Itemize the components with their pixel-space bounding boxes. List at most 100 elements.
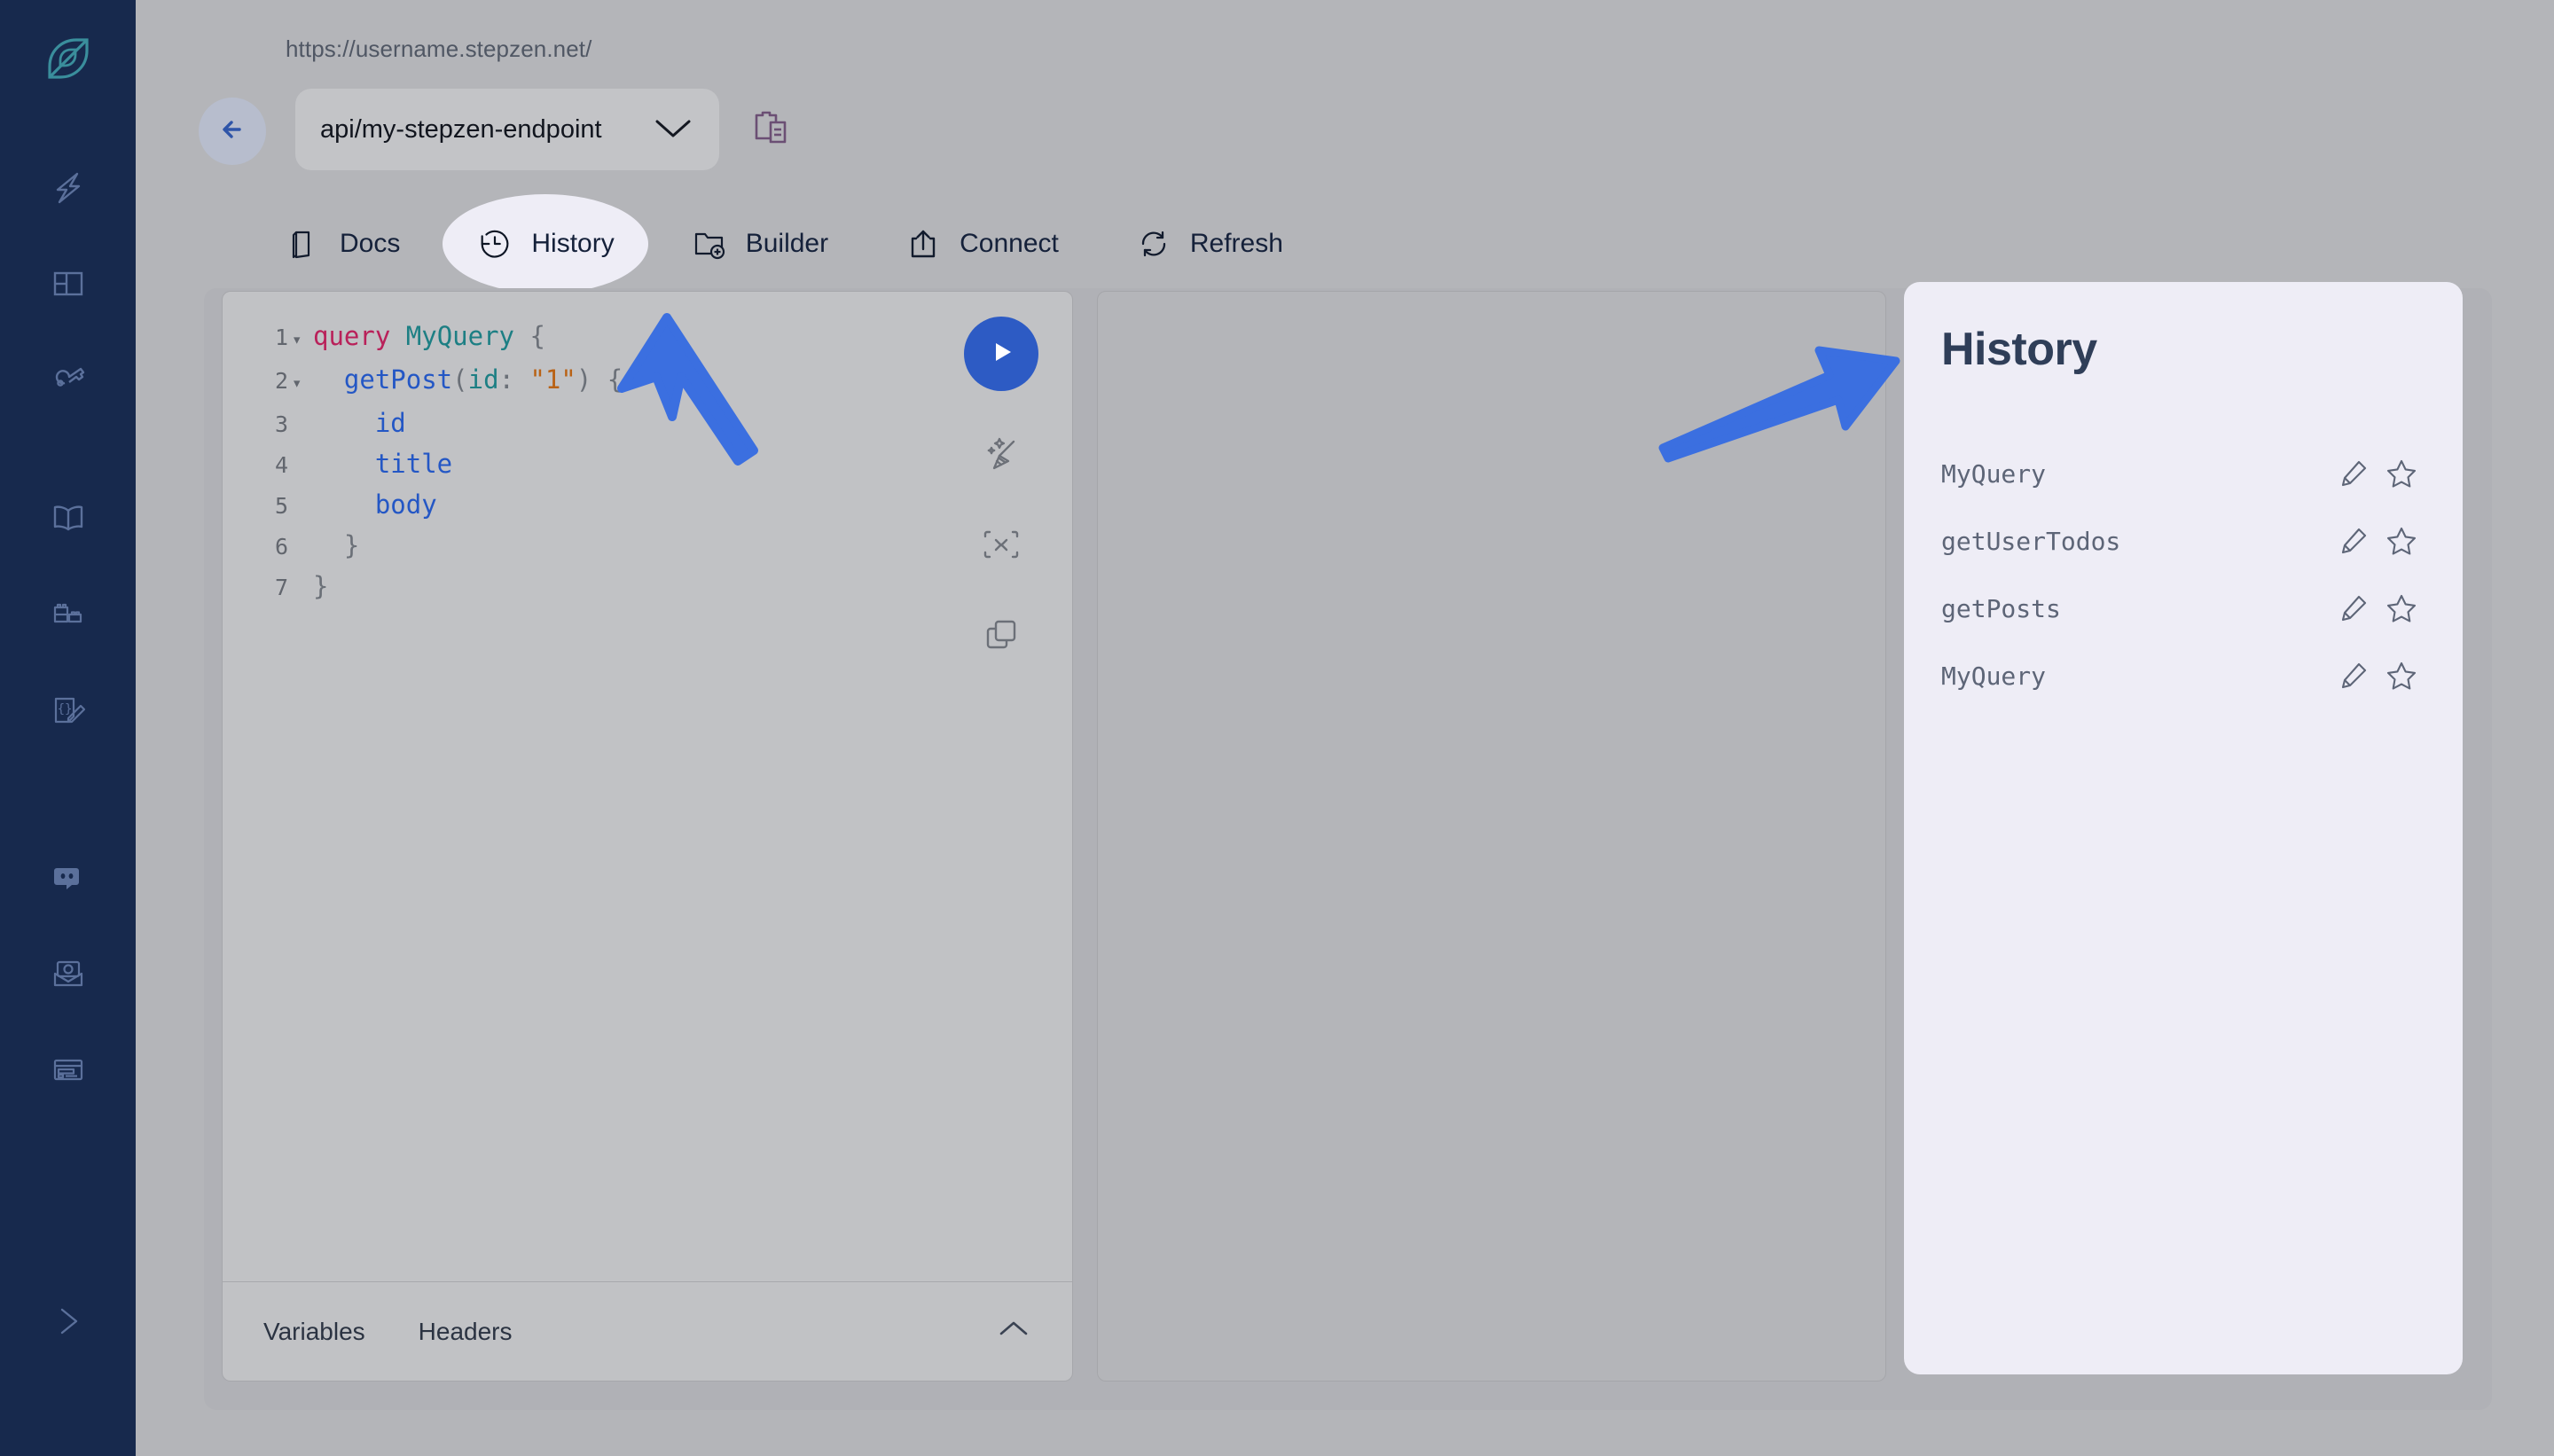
endpoint-selected-value: api/my-stepzen-endpoint: [320, 114, 602, 144]
pencil-icon[interactable]: [2330, 660, 2378, 692]
history-item-label: getPosts: [1941, 593, 2061, 623]
tab-refresh[interactable]: Refresh: [1101, 198, 1317, 290]
sidebar-item-activity[interactable]: [40, 160, 97, 216]
merge-fragments-button[interactable]: [975, 521, 1027, 572]
sidebar-item-account[interactable]: [40, 1041, 97, 1098]
book-icon: [285, 225, 322, 262]
sidebar-item-keys[interactable]: [40, 351, 97, 408]
back-button[interactable]: [199, 98, 266, 165]
execute-query-button[interactable]: [964, 317, 1038, 391]
fold-toggle-icon[interactable]: ▾: [292, 364, 313, 403]
tab-connect[interactable]: Connect: [871, 198, 1093, 290]
stepzen-logo-icon[interactable]: [36, 27, 100, 90]
tab-variables[interactable]: Variables: [263, 1318, 365, 1346]
chevron-up-icon[interactable]: [996, 1318, 1031, 1345]
tab-builder[interactable]: Builder: [657, 198, 862, 290]
code-token: }: [343, 530, 360, 560]
tab-history[interactable]: History: [443, 194, 649, 294]
sidebar-item-contact[interactable]: [40, 945, 97, 1002]
pencil-icon[interactable]: [2330, 592, 2378, 624]
tab-headers[interactable]: Headers: [419, 1318, 513, 1346]
code-token: id: [467, 364, 499, 395]
code-token: query: [313, 321, 391, 351]
sidebar-item-dashboard[interactable]: [40, 255, 97, 312]
magic-broom-icon: [978, 431, 1024, 481]
code-text: title: [313, 444, 452, 484]
code-token: id: [374, 408, 406, 438]
code-line: 7}: [223, 567, 1072, 607]
history-list: MyQuery getUserTodos getPosts MyQuery: [1941, 440, 2425, 709]
copy-query-button[interactable]: [975, 611, 1027, 662]
star-outline-icon[interactable]: [2378, 591, 2425, 625]
tab-refresh-label: Refresh: [1189, 229, 1283, 258]
history-list-item[interactable]: MyQuery: [1941, 642, 2425, 709]
line-number: 1: [274, 325, 288, 350]
sidebar-item-discord[interactable]: [40, 849, 97, 906]
copy-endpoint-button[interactable]: [740, 99, 801, 160]
merge-icon: [978, 521, 1024, 572]
response-pane[interactable]: [1097, 291, 1886, 1382]
code-token: ) {: [576, 364, 623, 395]
tab-docs-label: Docs: [340, 229, 401, 258]
history-panel: History MyQuery getUserTodos getPosts MyQue…: [1904, 282, 2463, 1374]
sidebar-expand-button[interactable]: [40, 1293, 97, 1350]
history-panel-title: History: [1941, 324, 2097, 375]
sidebar-item-samples[interactable]: [40, 585, 97, 642]
line-number: 6: [274, 534, 288, 560]
left-sidebar: {}: [0, 0, 136, 1456]
code-text: query MyQuery {: [313, 317, 545, 356]
clipboard-copy-icon: [746, 103, 795, 157]
line-number: 5: [274, 493, 288, 519]
code-token: "1": [529, 364, 576, 395]
editor-footer-bar: Variables Headers: [223, 1281, 1072, 1381]
code-text: getPost(id: "1") {: [313, 360, 623, 400]
star-outline-icon[interactable]: [2378, 524, 2425, 558]
clock-rewind-icon: [476, 225, 513, 262]
prettify-button[interactable]: [975, 430, 1027, 481]
code-text: }: [313, 526, 359, 566]
history-item-label: getUserTodos: [1941, 526, 2121, 556]
tab-builder-label: Builder: [745, 229, 829, 258]
tab-history-label: History: [531, 229, 615, 258]
pencil-icon[interactable]: [2330, 525, 2378, 557]
code-text: body: [313, 485, 437, 525]
code-token: {: [514, 321, 545, 351]
line-number: 4: [274, 452, 288, 478]
folder-plus-icon: [691, 225, 728, 262]
sidebar-item-docs[interactable]: [40, 489, 97, 546]
line-number: 2: [274, 368, 288, 394]
history-item-label: MyQuery: [1941, 661, 2047, 691]
code-token: body: [374, 489, 437, 520]
line-number: 7: [274, 575, 288, 600]
pencil-icon[interactable]: [2330, 458, 2378, 489]
chevron-down-icon: [650, 114, 696, 146]
refresh-icon: [1135, 225, 1172, 262]
endpoint-base-url: https://username.stepzen.net/: [286, 35, 592, 62]
tab-connect-label: Connect: [960, 229, 1059, 258]
tab-docs[interactable]: Docs: [251, 198, 434, 290]
sidebar-item-schema[interactable]: {}: [40, 681, 97, 738]
code-line: 3 id: [223, 403, 1072, 444]
code-token: title: [374, 449, 453, 479]
code-text: id: [313, 403, 406, 443]
svg-text:{}: {}: [57, 702, 72, 716]
code-text: }: [313, 567, 328, 607]
graphql-query-code[interactable]: 1 ▾ query MyQuery { 2 ▾ getPost(id: "1") {3 …: [223, 317, 1072, 1274]
line-number: 3: [274, 411, 288, 437]
history-list-item[interactable]: getUserTodos: [1941, 507, 2425, 575]
history-list-item[interactable]: getPosts: [1941, 575, 2425, 642]
fold-toggle-icon[interactable]: ▾: [292, 320, 313, 360]
stepzen-graphql-explorer: {} https://username.stepzen.net/ api/my-…: [0, 0, 2554, 1456]
star-outline-icon[interactable]: [2378, 659, 2425, 693]
copy-icon: [978, 612, 1024, 662]
star-outline-icon[interactable]: [2378, 457, 2425, 490]
arrow-left-icon: [213, 110, 252, 153]
code-line: 6 }: [223, 526, 1072, 567]
endpoint-selector[interactable]: api/my-stepzen-endpoint: [295, 89, 719, 170]
history-list-item[interactable]: MyQuery: [1941, 440, 2425, 507]
code-line: 2 ▾ getPost(id: "1") {: [223, 360, 1072, 403]
query-editor-pane[interactable]: 1 ▾ query MyQuery { 2 ▾ getPost(id: "1") {3 …: [222, 291, 1073, 1382]
code-token: (: [452, 364, 468, 395]
editor-toolbar: [964, 317, 1038, 662]
